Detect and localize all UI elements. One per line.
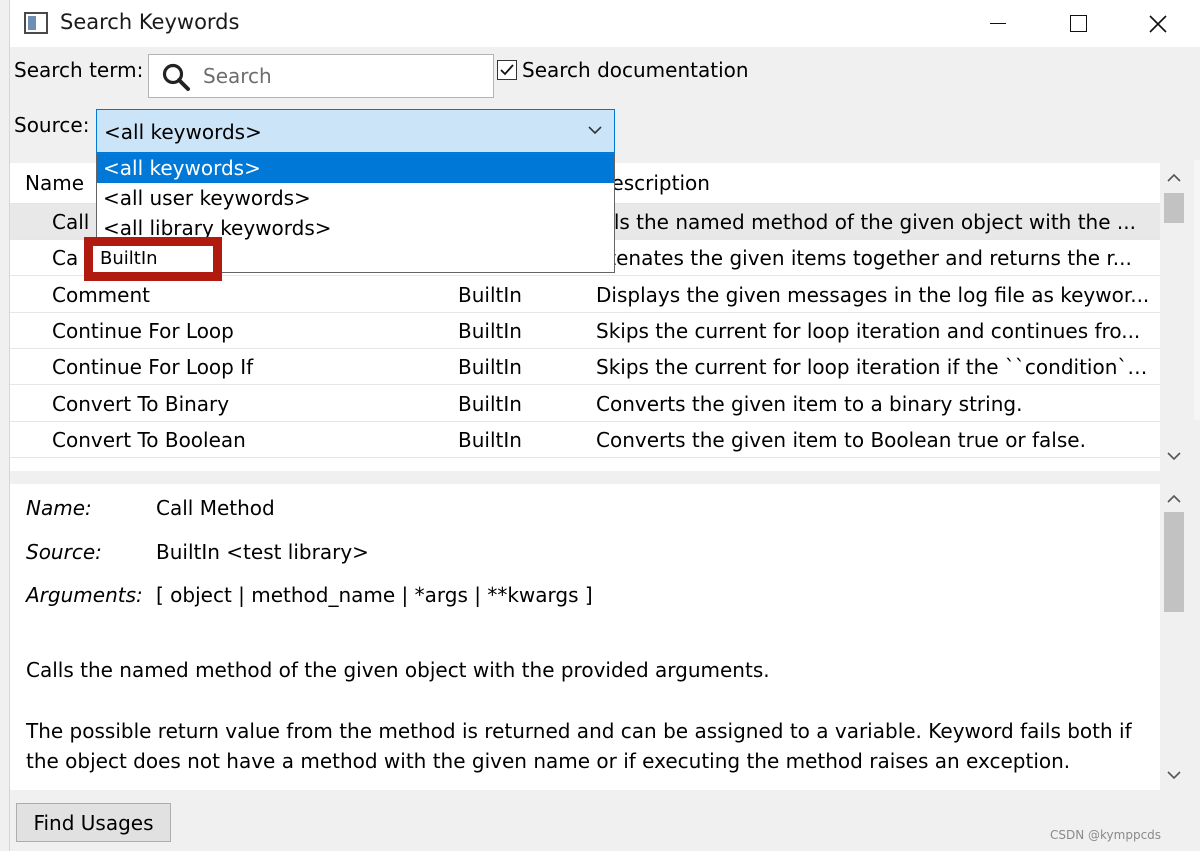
scroll-up-icon[interactable] (1165, 492, 1183, 506)
close-icon (1149, 14, 1167, 33)
keyword-details-panel: Name: Call Method Source: BuiltIn <test … (10, 484, 1160, 790)
search-documentation-label[interactable]: Search documentation (522, 58, 749, 82)
cell-description: Converts the given item to a binary stri… (596, 392, 1023, 416)
find-usages-button[interactable]: Find Usages (16, 803, 171, 842)
detail-name-label: Name: (26, 496, 92, 520)
source-combobox[interactable]: <all keywords> (96, 109, 615, 153)
column-header-name[interactable]: Name (25, 171, 84, 195)
window-right-edge (1194, 160, 1200, 420)
search-box[interactable] (148, 54, 494, 98)
table-row[interactable]: Continue For Loop If BuiltIn Skips the c… (10, 349, 1160, 385)
detail-arguments-label: Arguments: (26, 583, 143, 607)
minimize-button[interactable] (958, 0, 1038, 47)
cell-name: Continue For Loop (52, 319, 234, 343)
window-title: Search Keywords (60, 10, 240, 34)
search-term-label: Search term: (14, 58, 144, 82)
detail-source-label: Source: (26, 540, 102, 564)
details-scrollbar-thumb[interactable] (1164, 512, 1184, 612)
cell-description: Converts the given item to Boolean true … (596, 428, 1086, 452)
source-option-all-keywords[interactable]: <all keywords> (97, 154, 614, 183)
cell-description: alls the named method of the given objec… (596, 210, 1136, 234)
table-row[interactable]: Convert To Binary BuiltIn Converts the g… (10, 386, 1160, 422)
detail-name-value: Call Method (156, 496, 275, 520)
cell-source: BuiltIn (458, 355, 522, 379)
cell-source: BuiltIn (458, 319, 522, 343)
cell-source: BuiltIn (458, 428, 522, 452)
search-keywords-window: Search Keywords Search term: Search docu… (0, 0, 1200, 851)
title-bar: Search Keywords (10, 0, 1200, 47)
detail-description-paragraph: Calls the named method of the given obje… (26, 658, 770, 682)
cell-name: Convert To Binary (52, 392, 230, 416)
chevron-down-icon (588, 126, 602, 135)
table-scrollbar-thumb[interactable] (1164, 193, 1184, 223)
cell-source: BuiltIn (458, 283, 522, 307)
source-selected-value: <all keywords> (104, 120, 262, 144)
detail-description-paragraph: The possible return value from the metho… (26, 719, 1132, 773)
cell-description: atenates the given items together and re… (596, 246, 1132, 270)
scroll-down-icon[interactable] (1165, 768, 1183, 782)
scroll-down-icon[interactable] (1165, 449, 1183, 463)
app-icon (24, 12, 48, 34)
detail-arguments-value: [ object | method_name | *args | **kwarg… (156, 583, 593, 607)
source-option-all-user-keywords[interactable]: <all user keywords> (97, 184, 614, 213)
search-input[interactable] (201, 61, 481, 91)
table-row[interactable]: Comment BuiltIn Displays the given messa… (10, 277, 1160, 313)
checkbox-check-icon (500, 64, 514, 76)
maximize-button[interactable] (1038, 0, 1118, 47)
source-label: Source: (14, 113, 90, 137)
window-left-edge (0, 0, 10, 851)
detail-source-value: BuiltIn <test library> (156, 540, 369, 564)
search-icon (162, 63, 190, 91)
source-option-builtin[interactable]: BuiltIn (96, 246, 212, 272)
cell-description: Skips the current for loop iteration if … (596, 355, 1156, 379)
cell-description: Skips the current for loop iteration and… (596, 319, 1141, 343)
table-row[interactable]: Continue For Loop BuiltIn Skips the curr… (10, 313, 1160, 349)
watermark: CSDN @kymppcds (1050, 828, 1162, 842)
details-scrollbar[interactable] (1160, 484, 1188, 790)
table-scrollbar[interactable] (1160, 163, 1188, 471)
maximize-icon (1069, 15, 1087, 32)
search-documentation-checkbox[interactable] (497, 60, 517, 80)
cell-source: BuiltIn (458, 392, 522, 416)
cell-name: Continue For Loop If (52, 355, 254, 379)
cell-name: Comment (52, 283, 150, 307)
cell-description: Displays the given messages in the log f… (596, 283, 1150, 307)
table-row[interactable]: Convert To Boolean BuiltIn Converts the … (10, 422, 1160, 458)
scroll-up-icon[interactable] (1165, 171, 1183, 185)
close-button[interactable] (1118, 0, 1198, 47)
minimize-icon (990, 23, 1006, 24)
cell-name: Convert To Boolean (52, 428, 246, 452)
